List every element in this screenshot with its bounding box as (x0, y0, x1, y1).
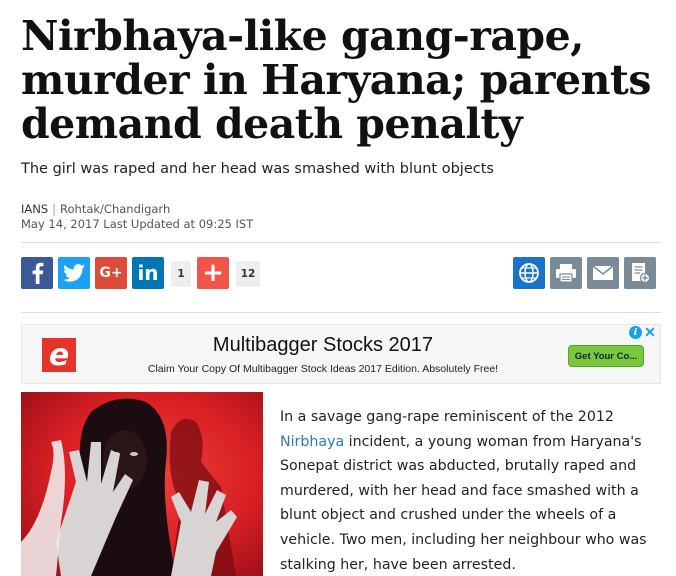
byline-separator: | (52, 202, 57, 216)
nirbhaya-link[interactable]: Nirbhaya (280, 434, 344, 450)
publish-date: May 14, 2017 Last Updated at 09:25 IST (21, 217, 254, 231)
article-body: In a savage gang-rape reminiscent of the… (280, 405, 665, 576)
add-note-icon (632, 263, 650, 284)
divider (21, 312, 661, 313)
body-text-intro: In a savage gang-rape reminiscent of the… (280, 409, 614, 425)
googleplus-share-button[interactable]: G+ (95, 257, 127, 289)
article-subhead: The girl was raped and her head was smas… (21, 161, 494, 177)
ad-title[interactable]: Multibagger Stocks 2017 (118, 334, 528, 357)
ad-cta-button[interactable]: Get Your Co... (568, 345, 644, 367)
ad-close-icon[interactable]: ✕ (643, 325, 657, 339)
ad-logo[interactable]: e (42, 338, 76, 373)
linkedin-share-count: 1 (171, 261, 191, 287)
divider (21, 242, 661, 243)
add-note-button[interactable] (624, 257, 656, 289)
linkedin-share-button[interactable]: in (132, 257, 164, 289)
translate-button[interactable] (513, 257, 545, 289)
byline: IANS | Rohtak/Chandigarh May 14, 2017 Last… (21, 202, 253, 232)
email-button[interactable] (587, 257, 619, 289)
share-bar: G+ in 1 + 12 (21, 257, 661, 291)
body-text-rest: incident, a young woman from Haryana's S… (280, 433, 647, 573)
ad-description[interactable]: Claim Your Copy Of Multibagger Stock Ide… (118, 363, 528, 375)
advertisement-banner[interactable]: e Multibagger Stocks 2017 Claim Your Cop… (21, 324, 661, 384)
print-icon (556, 264, 576, 283)
translate-icon (519, 263, 539, 283)
dateline-location: Rohtak/Chandigarh (60, 202, 171, 216)
ad-info-icon[interactable]: i (629, 326, 642, 339)
author-name[interactable]: IANS (21, 202, 48, 216)
twitter-icon (63, 264, 85, 282)
article-headline: Nirbhaya-like gang-rape, murder in Harya… (21, 12, 651, 148)
more-share-button[interactable]: + (197, 257, 229, 289)
more-share-count: 12 (236, 261, 260, 287)
email-icon (592, 265, 614, 280)
facebook-share-button[interactable] (21, 257, 53, 289)
print-button[interactable] (550, 257, 582, 289)
facebook-icon (32, 262, 44, 284)
twitter-share-button[interactable] (58, 257, 90, 289)
article-photo (21, 392, 263, 576)
